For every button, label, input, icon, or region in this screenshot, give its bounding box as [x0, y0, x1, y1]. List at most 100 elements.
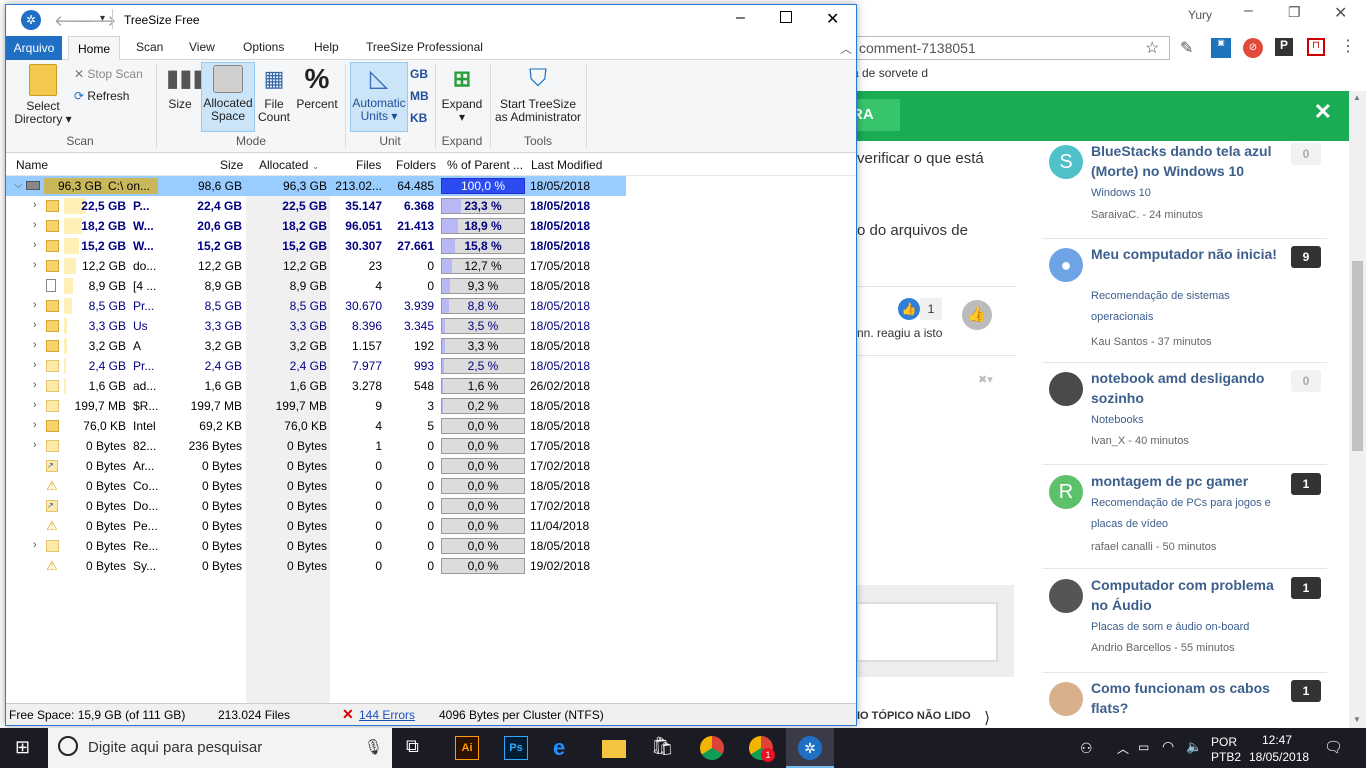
directory-tree-grid[interactable]: Name Size Allocated ⌄ Files Folders % of… — [6, 154, 856, 703]
reply-box[interactable] — [856, 602, 998, 662]
notifications-icon[interactable]: 🗨 — [1324, 738, 1343, 756]
row-name[interactable]: W... — [133, 236, 161, 256]
wifi-icon[interactable]: ◠ — [1162, 738, 1174, 755]
chevron-right-icon[interactable]: › — [33, 219, 37, 231]
chevron-right-icon[interactable]: › — [33, 379, 37, 391]
tab-file[interactable]: Arquivo — [6, 36, 62, 60]
chrome-profile-icon[interactable]: 1 — [749, 736, 775, 762]
chevron-right-icon[interactable]: › — [33, 259, 37, 271]
row-name[interactable]: Pe... — [133, 516, 161, 536]
table-row[interactable]: › 0 Bytes 82... 236 Bytes 0 Bytes 1 0 0,0 % 17/0… — [6, 436, 626, 456]
row-name[interactable]: Pr... — [133, 356, 161, 376]
table-row[interactable]: › 8,5 GB Pr... 8,5 GB 8,5 GB 30.670 3.939 8,8 %… — [6, 296, 626, 316]
scroll-up-icon[interactable]: ▲ — [1353, 93, 1361, 102]
row-name[interactable]: 82... — [133, 436, 161, 456]
topic-category[interactable]: Placas de som e áudio on-board — [1091, 617, 1281, 638]
microphone-icon[interactable]: 🎙 — [364, 738, 383, 756]
bookmark-star-icon[interactable]: ☆ — [1145, 38, 1159, 58]
column-header-files[interactable]: Files — [356, 154, 381, 176]
chevron-right-icon[interactable]: › — [33, 239, 37, 251]
tab-home[interactable]: Home — [68, 36, 120, 61]
errors-link[interactable]: 144 Errors — [359, 708, 415, 722]
quick-access-dropdown-icon[interactable]: ▾ — [100, 13, 105, 24]
automatic-units-button[interactable]: ◺ Automatic Units ▾ — [350, 62, 408, 132]
size-mode-button[interactable]: ▮▮▮ Size — [162, 64, 206, 130]
address-bar[interactable]: comment-7138051 ☆ — [846, 36, 1170, 60]
store-icon[interactable]: 🛍 — [651, 736, 675, 760]
topic-title[interactable]: notebook amd desligando sozinho — [1091, 368, 1281, 408]
clock-time[interactable]: 12:47 — [1262, 733, 1292, 747]
tab-help[interactable]: Help — [314, 40, 339, 54]
table-row[interactable]: › 15,2 GB W... 15,2 GB 15,2 GB 30.307 27.661 15… — [6, 236, 626, 256]
treesize-app-icon[interactable]: ✲ — [21, 10, 41, 30]
language-code[interactable]: POR — [1211, 735, 1237, 749]
column-header-name[interactable]: Name — [16, 154, 48, 176]
file-count-button[interactable]: ▦ File Count — [256, 64, 292, 130]
table-row[interactable]: › 2,4 GB Pr... 2,4 GB 2,4 GB 7.977 993 2,5 % 18/… — [6, 356, 626, 376]
expand-button[interactable]: ⊞ Expand ▾ — [440, 64, 484, 130]
p-extension-icon[interactable]: P — [1275, 38, 1293, 56]
tab-view[interactable]: View — [189, 40, 215, 54]
volume-icon[interactable]: 🔈 — [1186, 739, 1202, 755]
scrollbar-thumb[interactable] — [1352, 261, 1363, 451]
chevron-right-icon[interactable]: › — [33, 319, 37, 331]
menu-icon[interactable]: ⋮ — [1340, 36, 1356, 56]
edge-icon[interactable]: e — [553, 736, 577, 760]
table-row[interactable]: › 12,2 GB do... 12,2 GB 12,2 GB 23 0 12,7 % 17/0… — [6, 256, 626, 276]
chevron-right-icon[interactable]: › — [33, 539, 37, 551]
topic-title[interactable]: Meu computador não inicia! — [1091, 244, 1281, 264]
chevron-right-icon[interactable]: › — [33, 359, 37, 371]
table-row[interactable]: › 199,7 MB $R... 199,7 MB 199,7 MB 9 3 0,2 % 18/… — [6, 396, 626, 416]
browser-user-name[interactable]: Yury — [1188, 8, 1212, 22]
topic-title[interactable]: BlueStacks dando tela azul (Morte) no Wi… — [1091, 141, 1281, 181]
table-row[interactable]: ⚠ 0 Bytes Pe... 0 Bytes 0 Bytes 0 0 0,0 % 11/04/… — [6, 516, 626, 536]
table-row[interactable]: ↗ 0 Bytes Ar... 0 Bytes 0 Bytes 0 0 0,0 % 17/02/… — [6, 456, 626, 476]
people-icon[interactable]: ⚇ — [1080, 740, 1093, 757]
tab-options[interactable]: Options — [243, 40, 284, 54]
table-row[interactable]: ⚠ 0 Bytes Co... 0 Bytes 0 Bytes 0 0 0,0 % 18/05/… — [6, 476, 626, 496]
topic-category[interactable]: Windows 10 — [1091, 183, 1281, 204]
chevron-right-icon[interactable]: ⟩ — [984, 708, 990, 728]
row-name[interactable]: Pr... — [133, 296, 161, 316]
extension-icon[interactable]: ⊘ — [1243, 38, 1263, 58]
chevron-down-icon[interactable]: ⌵ — [14, 179, 22, 192]
scroll-down-icon[interactable]: ▼ — [1353, 715, 1361, 724]
windows-start-icon[interactable]: ⊞ — [15, 737, 30, 758]
refresh-button[interactable]: ⟳ Refresh — [74, 90, 150, 106]
row-name[interactable]: Re... — [133, 536, 161, 556]
page-scrollbar[interactable]: ▲ ▼ — [1349, 91, 1366, 728]
table-row[interactable]: › 22,5 GB P... 22,4 GB 22,5 GB 35.147 6.368 23,… — [6, 196, 626, 216]
row-name[interactable]: A — [133, 336, 161, 356]
column-header-allocated[interactable]: Allocated ⌄ — [259, 154, 319, 176]
row-name[interactable]: $R... — [133, 396, 161, 416]
topic-title[interactable]: Computador com problema no Áudio — [1091, 575, 1281, 615]
restore-icon[interactable]: ❐ — [1288, 4, 1301, 21]
photoshop-icon[interactable]: Ps — [504, 736, 528, 760]
row-name[interactable]: do... — [133, 256, 161, 276]
tab-treesize-professional[interactable]: TreeSize Professional — [366, 40, 483, 54]
close-icon[interactable]: ✕ — [826, 9, 839, 29]
start-as-admin-button[interactable]: ⛉ Start TreeSize as Administrator — [494, 64, 582, 130]
row-name[interactable]: Sy... — [133, 556, 161, 576]
battery-icon[interactable]: ▭ — [1138, 740, 1149, 754]
row-name[interactable]: Do... — [133, 496, 161, 516]
stop-scan-button[interactable]: ✕ Stop Scan — [74, 68, 150, 84]
row-name[interactable]: Co... — [133, 476, 161, 496]
percent-button[interactable]: % Percent — [295, 64, 339, 130]
topic-category[interactable]: Notebooks — [1091, 410, 1281, 431]
quote-options-icon[interactable]: ✖▾ — [978, 373, 993, 386]
pocket-icon[interactable]: ⊓ — [1307, 38, 1325, 56]
new-extension-icon[interactable]: ▣ — [1211, 38, 1231, 58]
row-name[interactable]: [4 ... — [133, 276, 161, 296]
illustrator-icon[interactable]: Ai — [455, 736, 479, 760]
chevron-right-icon[interactable]: › — [33, 399, 37, 411]
table-row[interactable]: › 3,2 GB A 3,2 GB 3,2 GB 1.157 192 3,3 % 18/05/2… — [6, 336, 626, 356]
chevron-right-icon[interactable]: › — [33, 439, 37, 451]
table-row[interactable]: › 3,3 GB Us 3,3 GB 3,3 GB 8.396 3.345 3,5 % 18/0… — [6, 316, 626, 336]
taskbar-search[interactable]: Digite aqui para pesquisar 🎙 — [48, 728, 392, 768]
bookmark-item[interactable]: ita de sorvete d — [846, 66, 928, 80]
row-name[interactable]: W... — [133, 216, 161, 236]
unread-topic-label[interactable]: IO TÓPICO NÃO LIDO — [857, 710, 971, 722]
row-name[interactable]: C:\ on... — [108, 176, 160, 196]
table-row[interactable]: ⌵ 96,3 GB C:\ on... 98,6 GB 96,3 GB 213.02...… — [6, 176, 626, 196]
